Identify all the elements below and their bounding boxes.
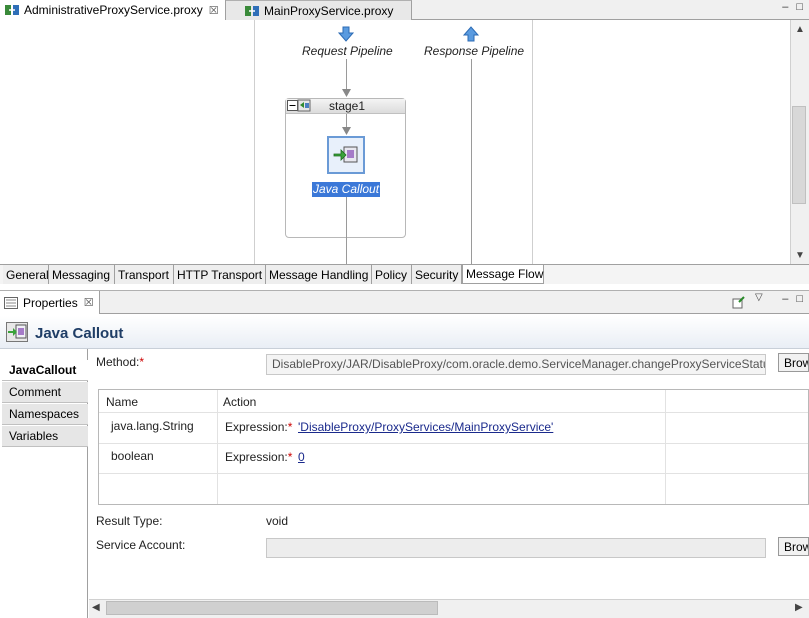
close-tab-icon[interactable]: ☒	[209, 4, 219, 17]
method-label: Method:*	[96, 355, 145, 369]
expression-link[interactable]: 0	[298, 450, 305, 464]
pipeline-divider	[532, 20, 533, 264]
request-pipeline-label[interactable]: Request Pipeline	[302, 44, 393, 58]
table-row-action: Expression:*	[225, 450, 293, 464]
editor-tab-administrative-proxy[interactable]: AdministrativeProxyService.proxy ☒	[0, 0, 226, 20]
result-type-label: Result Type:	[96, 514, 163, 528]
scroll-down-icon[interactable]: ▼	[795, 250, 805, 261]
column-divider	[665, 390, 666, 504]
expression-link[interactable]: 'DisableProxy/ProxyServices/MainProxySer…	[298, 420, 553, 434]
editor-tab-label: MainProxyService.proxy	[264, 3, 394, 18]
scroll-left-icon[interactable]: ◀	[92, 602, 100, 613]
tab-general[interactable]: General	[3, 265, 49, 284]
sidebar-item-variables[interactable]: Variables	[2, 426, 88, 447]
view-window-controls: – □	[782, 293, 803, 305]
arrow-up-icon	[463, 26, 479, 42]
flow-connector	[346, 59, 347, 93]
pin-view-icon[interactable]	[732, 295, 746, 309]
scrollbar-thumb[interactable]	[792, 106, 806, 204]
proxy-service-icon	[5, 5, 19, 15]
close-view-icon[interactable]: ☒	[84, 296, 94, 309]
arrow-down-icon	[338, 26, 354, 42]
tab-messaging[interactable]: Messaging	[49, 265, 115, 284]
properties-title: Java Callout	[35, 325, 124, 342]
properties-view-title: Properties	[23, 295, 78, 310]
table-row-name: java.lang.String	[111, 419, 194, 433]
java-callout-icon	[333, 146, 358, 163]
required-marker: *	[287, 450, 293, 464]
sidebar-item-namespaces[interactable]: Namespaces	[2, 404, 88, 425]
minimize-button[interactable]: –	[782, 1, 788, 13]
row-divider	[99, 412, 808, 413]
sidebar-item-comment[interactable]: Comment	[2, 382, 88, 403]
scroll-right-icon[interactable]: ▶	[795, 602, 803, 613]
connector-arrow-icon	[342, 89, 351, 97]
required-marker: *	[139, 355, 145, 369]
java-callout-icon	[6, 322, 28, 342]
proxy-service-icon	[245, 5, 259, 16]
maximize-button[interactable]: □	[796, 293, 803, 305]
service-account-field[interactable]	[266, 538, 766, 558]
editor-tab-label: AdministrativeProxyService.proxy	[24, 3, 203, 17]
flow-connector	[346, 197, 347, 264]
properties-view-tabbar	[0, 290, 809, 314]
tab-message-handling[interactable]: Message Handling	[266, 265, 372, 284]
row-divider	[99, 443, 808, 444]
tab-policy[interactable]: Policy	[372, 265, 412, 284]
editor-window-controls: – □	[782, 1, 803, 13]
tab-security[interactable]: Security	[412, 265, 462, 284]
scrollbar-thumb[interactable]	[106, 601, 438, 615]
maximize-button[interactable]: □	[796, 1, 803, 13]
stage-label: stage1	[329, 99, 366, 113]
required-marker: *	[287, 420, 293, 434]
method-field[interactable]: DisableProxy/JAR/DisableProxy/com.oracle…	[266, 354, 766, 375]
method-browse-button[interactable]: Brow	[778, 353, 809, 372]
column-divider	[217, 390, 218, 504]
table-row-name: boolean	[111, 449, 154, 463]
column-header-action: Action	[223, 395, 257, 409]
sidebar-item-javacallout[interactable]: JavaCallout	[2, 360, 88, 381]
connector-arrow-icon	[342, 127, 351, 135]
response-pipeline-label[interactable]: Response Pipeline	[424, 44, 524, 58]
stage-icon	[297, 99, 311, 112]
parameters-table	[98, 389, 809, 505]
java-callout-node[interactable]	[327, 136, 365, 174]
view-menu-icon[interactable]: ▽	[755, 292, 763, 303]
result-type-value: void	[266, 514, 289, 528]
table-row-action: Expression:*	[225, 420, 293, 434]
java-callout-label[interactable]: Java Callout	[312, 182, 381, 197]
properties-icon	[4, 296, 18, 309]
flow-connector	[471, 59, 472, 264]
tab-transport[interactable]: Transport	[115, 265, 174, 284]
pipeline-divider	[254, 20, 255, 264]
tab-message-flow[interactable]: Message Flow	[462, 265, 544, 284]
scroll-up-icon[interactable]: ▲	[795, 24, 805, 35]
tab-http-transport[interactable]: HTTP Transport	[174, 265, 266, 284]
properties-view-tab[interactable]: Properties ☒	[0, 291, 100, 314]
column-header-name: Name	[106, 395, 139, 409]
editor-tab-main-proxy[interactable]: MainProxyService.proxy	[226, 0, 412, 20]
row-divider	[99, 473, 808, 474]
service-account-label: Service Account:	[96, 538, 186, 552]
service-account-browse-button[interactable]: Brow	[778, 537, 809, 556]
minimize-button[interactable]: –	[782, 293, 788, 305]
